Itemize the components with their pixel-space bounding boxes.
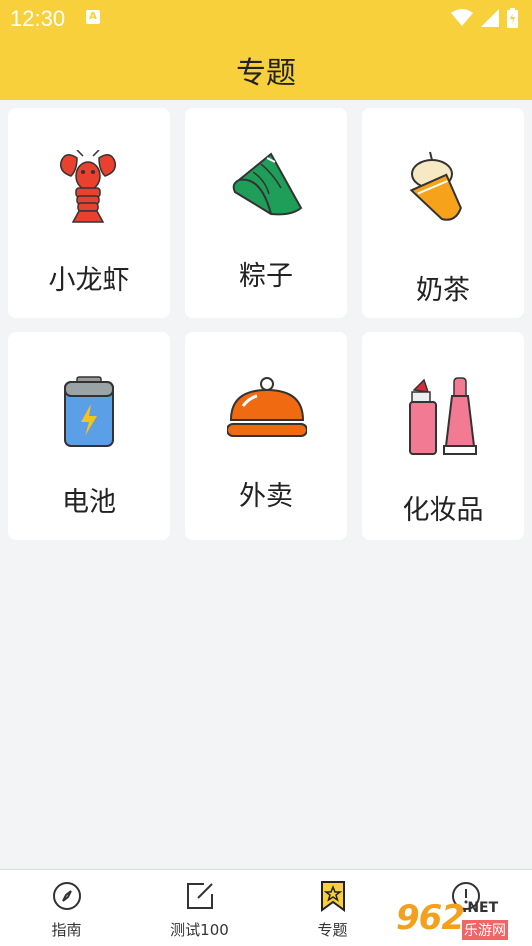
topic-label: 化妆品 (402, 495, 484, 526)
topic-card-battery[interactable]: 电池 (8, 332, 170, 540)
topic-label: 电池 (62, 487, 116, 518)
topic-card-milk-tea[interactable]: 奶茶 (362, 108, 524, 318)
watermark-logo: 962 .NET 乐游网 (396, 894, 524, 944)
watermark-suffix: .NET (462, 900, 499, 916)
wifi-icon (451, 9, 473, 26)
notification-icon: A (86, 10, 100, 24)
nav-item-test[interactable]: 测试100 (133, 870, 266, 946)
nav-label: 指南 (51, 921, 82, 939)
nav-item-guide[interactable]: 指南 (0, 870, 133, 946)
topic-label: 小龙虾 (48, 265, 130, 296)
status-indicators (451, 8, 518, 28)
topic-card-zongzi[interactable]: 粽子 (185, 108, 347, 318)
crayfish-icon (59, 150, 117, 223)
topic-label: 奶茶 (416, 275, 470, 306)
edit-icon (186, 883, 213, 909)
watermark-number: 962 (396, 898, 465, 938)
topic-card-cosmetics[interactable]: 化妆品 (362, 332, 524, 540)
nav-label: 专题 (317, 921, 348, 939)
topic-label: 粽子 (239, 261, 293, 292)
watermark-cn: 乐游网 (462, 920, 508, 940)
app-header: 专题 (0, 38, 532, 100)
food-cloche-icon (227, 377, 307, 437)
nav-item-topics[interactable]: 专题 (266, 870, 399, 946)
topic-card-crayfish[interactable]: 小龙虾 (8, 108, 170, 318)
bottom-nav: 指南 测试100 专题 962 .NET 乐游网 (0, 869, 532, 946)
page-title: 专题 (236, 56, 296, 91)
zongzi-icon (232, 152, 303, 216)
status-bar: 12:30 A (0, 0, 532, 38)
topic-label: 外卖 (239, 481, 293, 512)
status-time: 12:30 (10, 6, 66, 31)
nav-label: 测试100 (170, 921, 229, 939)
milk-tea-icon (409, 151, 462, 221)
topic-card-takeout[interactable]: 外卖 (185, 332, 347, 540)
battery-status-icon (507, 8, 518, 28)
signal-icon (481, 9, 499, 27)
battery-icon (64, 376, 114, 447)
compass-icon (52, 882, 81, 910)
cosmetics-icon (409, 377, 477, 455)
bookmark-star-icon (320, 881, 345, 912)
